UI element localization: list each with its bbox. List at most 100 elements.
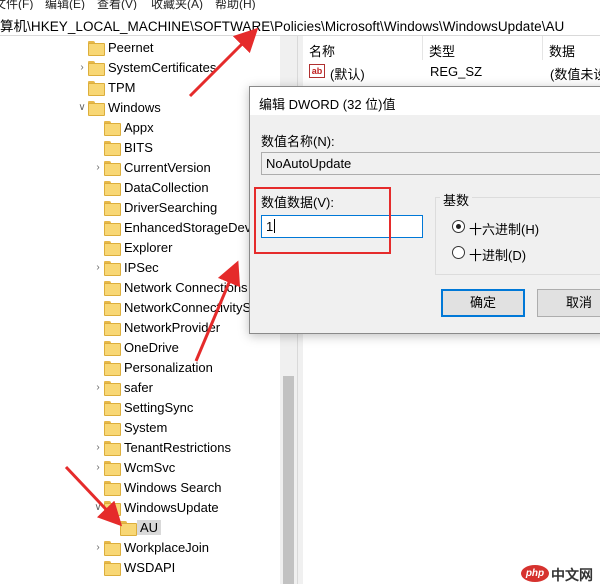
radio-hex-label[interactable]: 十六进制(H): [469, 219, 539, 238]
tree-item-label: IPSec: [124, 260, 159, 275]
tree-item[interactable]: DataCollection: [0, 178, 280, 198]
tree-item-label: Windows Search: [124, 480, 222, 495]
folder-icon: [88, 81, 105, 96]
folder-icon: [104, 401, 121, 416]
tree-item[interactable]: Network Connections: [0, 278, 280, 298]
tree-item[interactable]: Personalization: [0, 358, 280, 378]
tree-item-label: Windows: [108, 100, 161, 115]
chevron-right-icon[interactable]: ›: [92, 442, 104, 454]
folder-icon: [104, 161, 121, 176]
value-name-field[interactable]: NoAutoUpdate: [261, 152, 600, 175]
tree-item-label: EnhancedStorageDevi: [124, 220, 255, 235]
tree-item[interactable]: › TenantRestrictions: [0, 438, 280, 458]
folder-icon: [104, 381, 121, 396]
tree-item[interactable]: Peernet: [0, 38, 280, 58]
tree-item[interactable]: EnhancedStorageDevi: [0, 218, 280, 238]
column-header-data[interactable]: 数据: [543, 36, 600, 60]
folder-icon: [104, 121, 121, 136]
tree-item[interactable]: › WorkplaceJoin: [0, 538, 280, 558]
tree-item[interactable]: Explorer: [0, 238, 280, 258]
tree-item[interactable]: TPM: [0, 78, 280, 98]
folder-icon: [104, 181, 121, 196]
radio-decimal[interactable]: [452, 246, 465, 259]
tree-item-label: Explorer: [124, 240, 173, 255]
annotation-highlight-box: [254, 187, 391, 254]
folder-icon: [104, 481, 121, 496]
tree-item-label: TenantRestrictions: [124, 440, 231, 455]
folder-icon: [104, 221, 121, 236]
tree-item[interactable]: › IPSec: [0, 258, 280, 278]
site-watermark: php 中文网: [519, 563, 600, 584]
folder-icon: [88, 61, 105, 76]
php-logo-icon: php: [521, 565, 549, 582]
chevron-down-icon[interactable]: ∨: [92, 502, 104, 514]
tree-item[interactable]: Windows Search: [0, 478, 280, 498]
radio-decimal-label[interactable]: 十进制(D): [469, 245, 526, 264]
chevron-right-icon[interactable]: ›: [92, 162, 104, 174]
folder-icon: [104, 241, 121, 256]
chevron-right-icon[interactable]: ›: [92, 542, 104, 554]
column-header-name[interactable]: 名称: [303, 36, 423, 60]
cancel-button[interactable]: 取消: [537, 289, 600, 317]
scrollbar-thumb[interactable]: [283, 376, 294, 584]
folder-icon: [88, 41, 105, 56]
chevron-right-icon[interactable]: ›: [92, 462, 104, 474]
folder-icon: [104, 301, 121, 316]
tree-item-label: SettingSync: [124, 400, 194, 415]
value-data: (数值未设: [550, 67, 600, 82]
folder-icon: [104, 421, 121, 436]
column-header-type[interactable]: 类型: [423, 36, 543, 60]
base-label: 基数: [440, 190, 473, 209]
tree-item-label: WindowsUpdate: [124, 500, 219, 515]
ok-button[interactable]: 确定: [441, 289, 525, 317]
menu-help[interactable]: 帮助(H): [215, 0, 256, 10]
tree-item-label: CurrentVersion: [124, 160, 211, 175]
value-name-label: 数值名称(N):: [261, 134, 335, 149]
tree-item-label: System: [124, 420, 168, 435]
folder-icon: [104, 261, 121, 276]
folder-icon: [104, 361, 121, 376]
chevron-down-icon[interactable]: ∨: [76, 102, 88, 114]
tree-item-label: Appx: [124, 120, 154, 135]
tree-item[interactable]: DriverSearching: [0, 198, 280, 218]
tree-item-label: safer: [124, 380, 153, 395]
folder-icon: [104, 201, 121, 216]
folder-icon: [120, 521, 137, 536]
tree-item-label: DataCollection: [124, 180, 209, 195]
tree-item-label: WSDAPI: [124, 560, 176, 575]
tree-item[interactable]: AU: [0, 518, 280, 538]
menu-file[interactable]: 文件(F): [0, 0, 33, 10]
string-value-icon: ab: [309, 64, 325, 78]
tree-item[interactable]: BITS: [0, 138, 280, 158]
tree-item[interactable]: › WcmSvc: [0, 458, 280, 478]
dialog-titlebar[interactable]: 编辑 DWORD (32 位)值: [250, 87, 600, 115]
tree-item-label: NetworkConnectivityS: [124, 300, 252, 315]
tree-item[interactable]: SettingSync: [0, 398, 280, 418]
tree-item[interactable]: OneDrive: [0, 338, 280, 358]
menu-favorites[interactable]: 收藏夹(A): [151, 0, 203, 10]
dialog-title: 编辑 DWORD (32 位)值: [259, 97, 396, 112]
folder-icon: [88, 101, 105, 116]
tree-item[interactable]: NetworkProvider: [0, 318, 280, 338]
chevron-right-icon[interactable]: ›: [92, 262, 104, 274]
tree-item[interactable]: › safer: [0, 378, 280, 398]
chevron-right-icon[interactable]: ›: [76, 62, 88, 74]
menu-edit[interactable]: 编辑(E): [45, 0, 85, 10]
tree-item[interactable]: WSDAPI: [0, 558, 280, 578]
folder-icon: [104, 141, 121, 156]
value-name[interactable]: (默认): [330, 64, 365, 83]
tree-item[interactable]: System: [0, 418, 280, 438]
tree-item[interactable]: ∨ WindowsUpdate: [0, 498, 280, 518]
tree-item[interactable]: › SystemCertificates: [0, 58, 280, 78]
tree-item[interactable]: › CurrentVersion: [0, 158, 280, 178]
folder-icon: [104, 341, 121, 356]
tree-item[interactable]: NetworkConnectivityS: [0, 298, 280, 318]
chevron-right-icon[interactable]: ›: [92, 382, 104, 394]
tree-item[interactable]: ∨ Windows: [0, 98, 280, 118]
address-bar[interactable]: 算机\HKEY_LOCAL_MACHINE\SOFTWARE\Policies\…: [0, 10, 600, 36]
radio-hex[interactable]: [452, 220, 465, 233]
tree-item-label: TPM: [108, 80, 136, 95]
tree-item-label: AU: [137, 520, 162, 535]
menu-view[interactable]: 查看(V): [97, 0, 137, 10]
tree-item[interactable]: Appx: [0, 118, 280, 138]
